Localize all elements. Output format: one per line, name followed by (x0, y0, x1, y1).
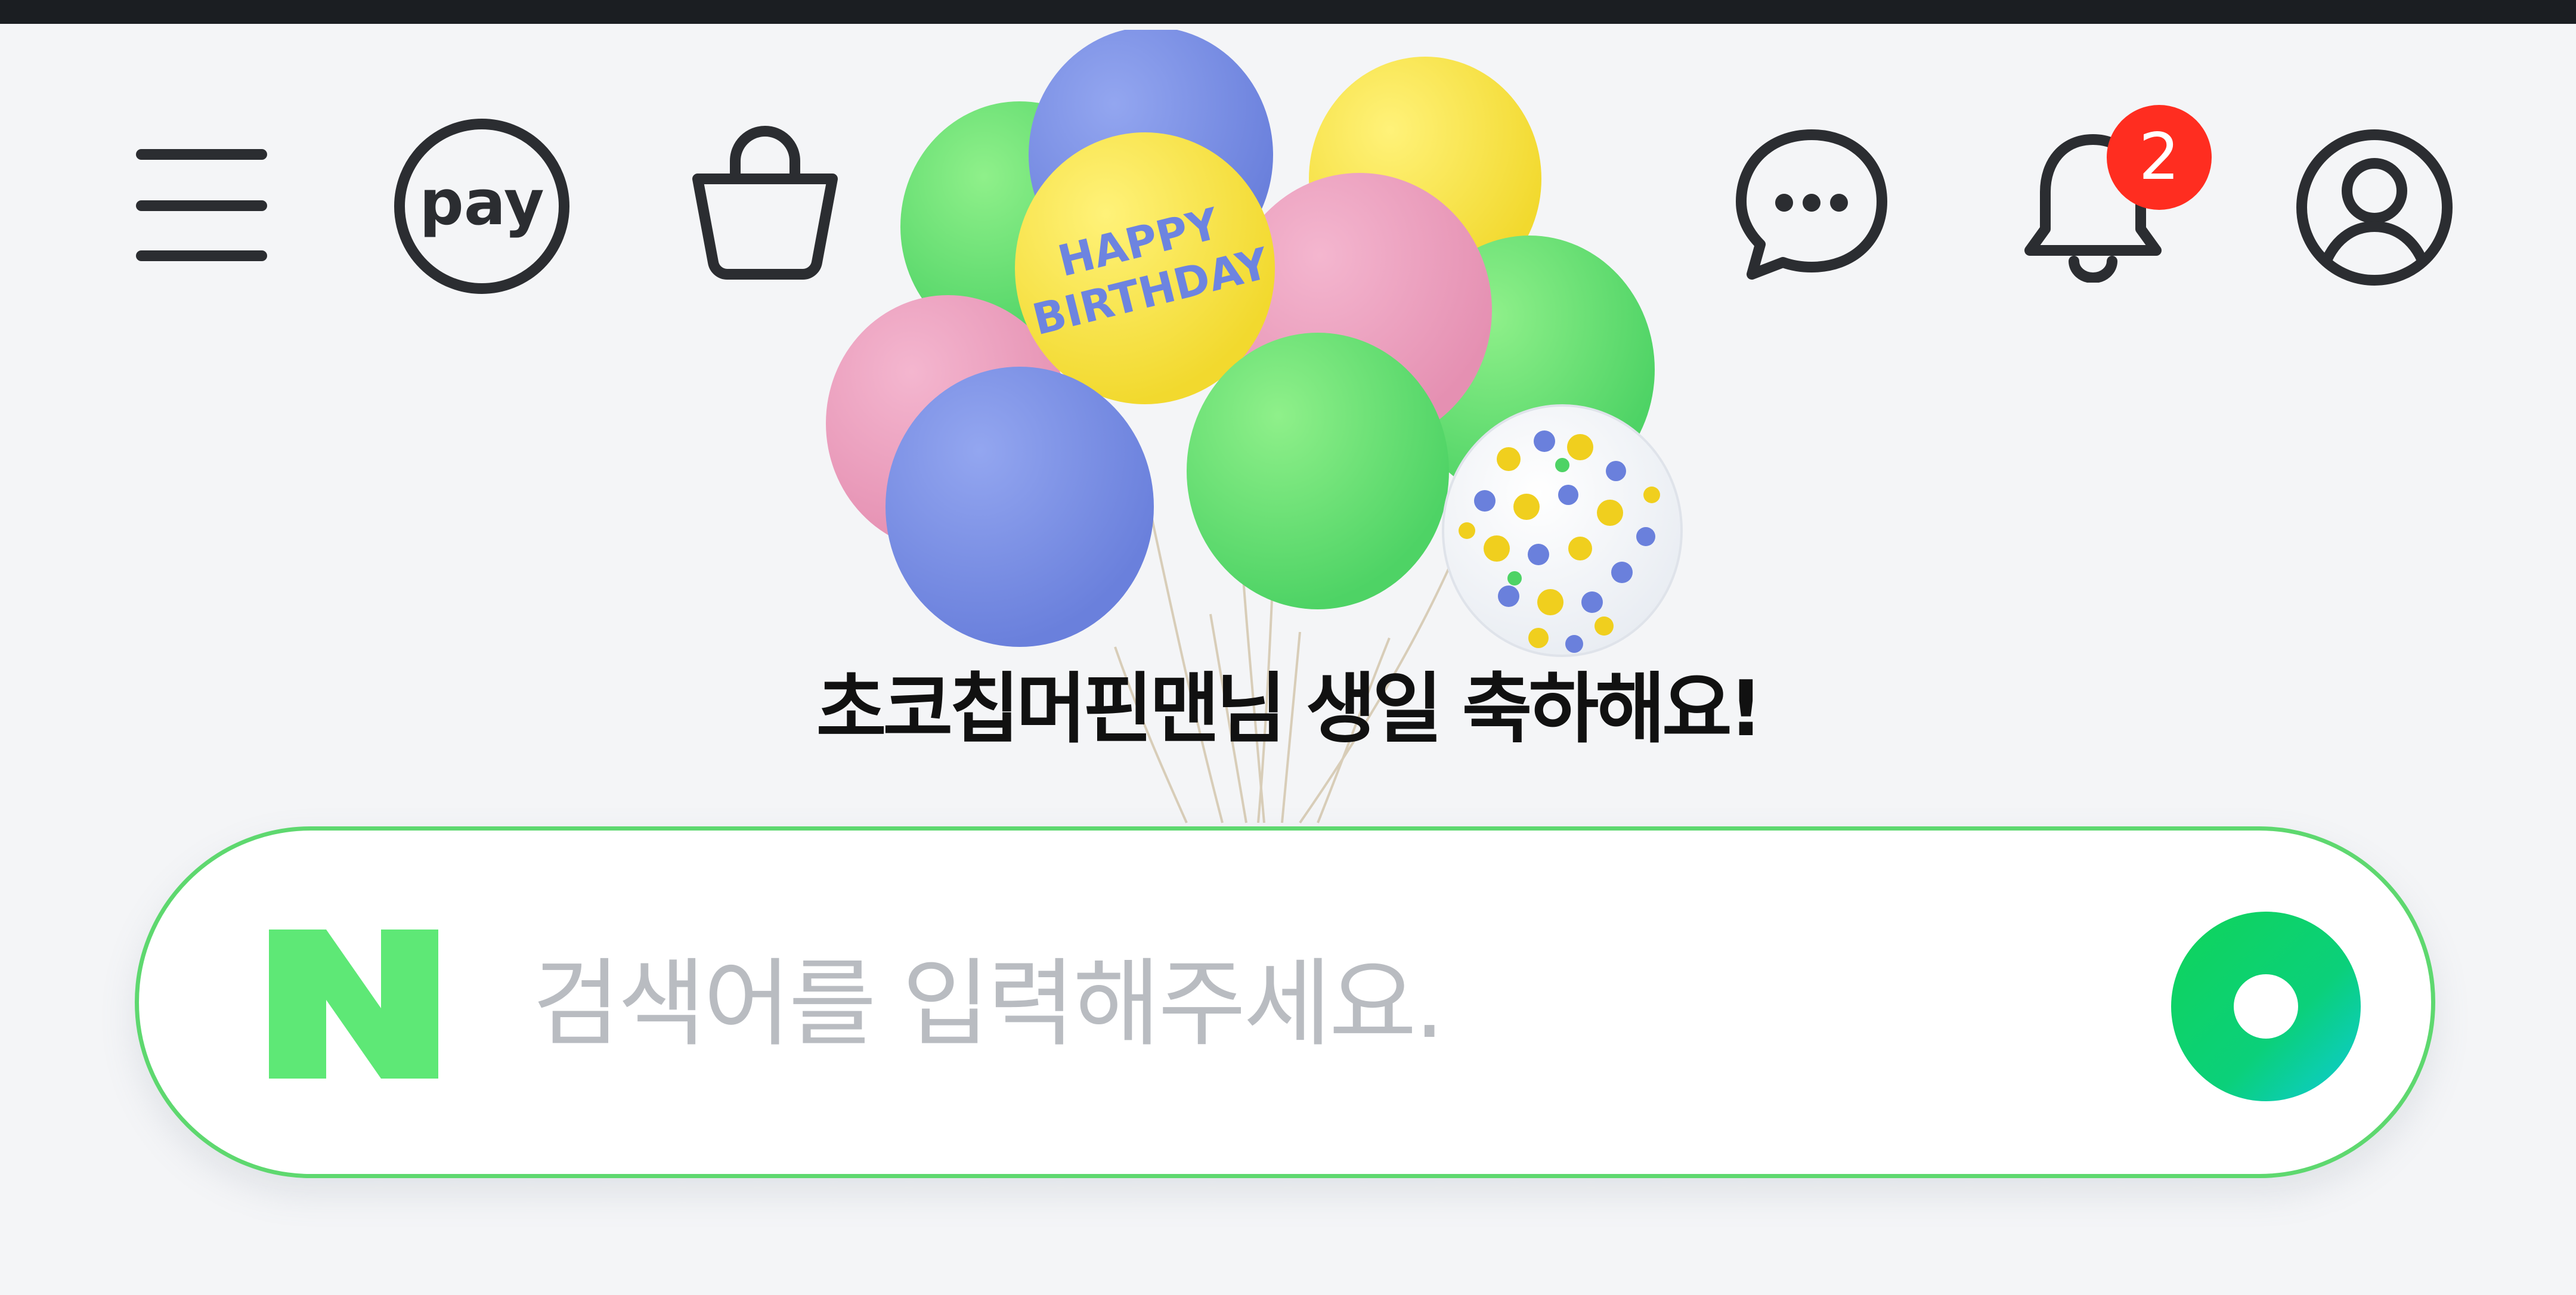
pay-button[interactable]: pay (392, 117, 571, 296)
notification-badge: 2 (2107, 105, 2212, 210)
pay-label: pay (419, 166, 544, 239)
birthday-greeting: 초코칩머핀맨님 생일 축하해요! (816, 665, 1763, 754)
status-bar (0, 0, 2576, 24)
notification-count: 2 (2139, 120, 2180, 194)
search-bar[interactable] (135, 826, 2435, 1178)
hamburger-menu-icon[interactable] (132, 149, 271, 262)
user-profile-icon[interactable] (2296, 129, 2453, 286)
search-submit-button[interactable] (2171, 912, 2361, 1101)
search-input[interactable] (532, 914, 2053, 1093)
naver-logo-icon[interactable] (269, 930, 438, 1079)
